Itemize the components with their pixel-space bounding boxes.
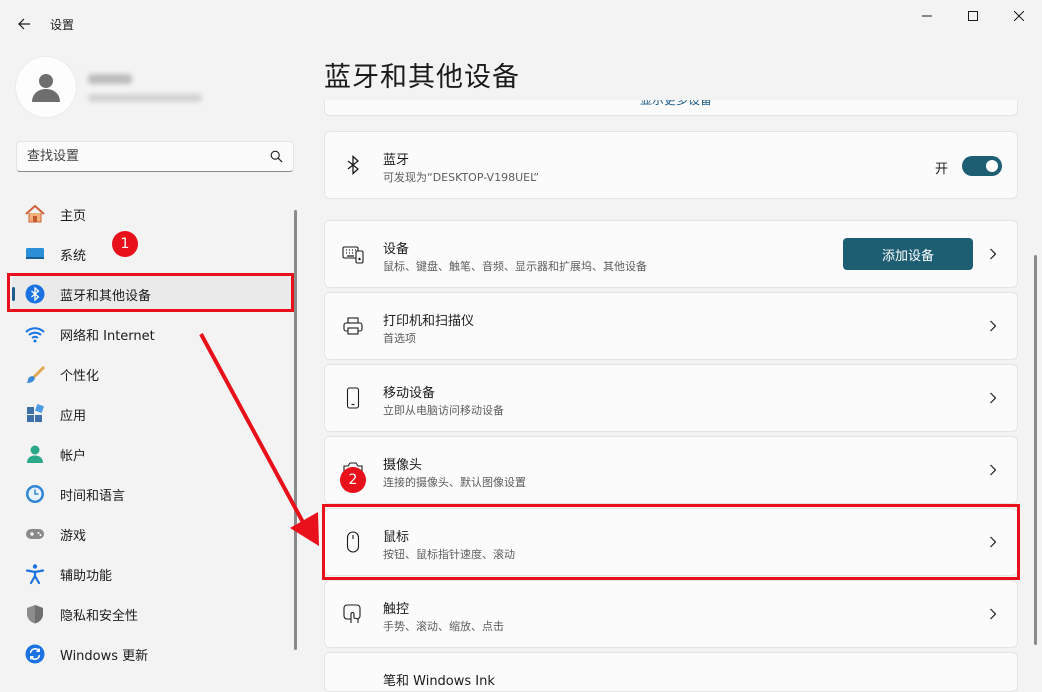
sidebar-item-label: 应用 bbox=[60, 408, 87, 424]
sidebar-item-label: 主页 bbox=[60, 208, 87, 224]
mobile-devices-card[interactable]: 移动设备 立即从电脑访问移动设备 bbox=[324, 364, 1018, 432]
accessibility-icon bbox=[24, 563, 46, 585]
user-email-redacted bbox=[88, 94, 202, 102]
sidebar-item-accounts[interactable]: 帐户 bbox=[12, 436, 292, 472]
search-icon[interactable] bbox=[270, 150, 283, 163]
page-title: 蓝牙和其他设备 bbox=[324, 62, 520, 93]
minimize-icon bbox=[922, 11, 932, 21]
sidebar-item-personalization[interactable]: 个性化 bbox=[12, 356, 292, 392]
bluetooth-subtitle: 可发现为“DESKTOP-V198UEL” bbox=[383, 171, 540, 184]
back-button[interactable] bbox=[8, 8, 40, 40]
bluetooth-card[interactable]: 蓝牙 可发现为“DESKTOP-V198UEL” 开 bbox=[324, 131, 1018, 199]
printers-card[interactable]: 打印机和扫描仪 首选项 bbox=[324, 292, 1018, 360]
show-more-devices-link[interactable]: 显示更多设备 bbox=[601, 100, 751, 108]
camera-card[interactable]: 摄像头 连接的摄像头、默认图像设置 bbox=[324, 436, 1018, 504]
printers-title: 打印机和扫描仪 bbox=[383, 314, 475, 329]
add-device-button[interactable]: 添加设备 bbox=[843, 238, 973, 270]
search-box[interactable] bbox=[16, 141, 294, 172]
update-icon bbox=[24, 643, 46, 665]
printer-icon bbox=[342, 315, 364, 337]
step-badge-2: 2 bbox=[340, 467, 366, 493]
sidebar-item-label: 系统 bbox=[60, 248, 87, 264]
devices-title: 设备 bbox=[383, 242, 410, 257]
mobile-title: 移动设备 bbox=[383, 386, 436, 401]
user-icon bbox=[29, 70, 63, 104]
more-devices-card: 显示更多设备 bbox=[324, 100, 1018, 116]
sidebar-item-system[interactable]: 系统 bbox=[12, 236, 292, 272]
touch-title: 触控 bbox=[383, 602, 410, 617]
sidebar-item-label: 帐户 bbox=[60, 448, 87, 464]
maximize-button[interactable] bbox=[950, 0, 996, 32]
sidebar-item-apps[interactable]: 应用 bbox=[12, 396, 292, 432]
bluetooth-toggle[interactable] bbox=[962, 156, 1002, 176]
devices-subtitle: 鼠标、键盘、触笔、音频、显示器和扩展坞、其他设备 bbox=[383, 260, 647, 273]
chevron-right-icon[interactable] bbox=[989, 608, 997, 620]
pen-windows-ink-card[interactable]: 笔和 Windows Ink bbox=[324, 652, 1018, 692]
shield-icon bbox=[24, 603, 46, 625]
camera-subtitle: 连接的摄像头、默认图像设置 bbox=[383, 476, 526, 489]
keyboard-devices-icon bbox=[342, 243, 364, 265]
wifi-icon bbox=[24, 323, 46, 345]
chevron-right-icon[interactable] bbox=[989, 464, 997, 476]
close-button[interactable] bbox=[996, 0, 1042, 32]
sidebar-item-accessibility[interactable]: 辅助功能 bbox=[12, 556, 292, 592]
system-icon bbox=[24, 243, 46, 265]
time-language-icon bbox=[24, 483, 46, 505]
minimize-button[interactable] bbox=[904, 0, 950, 32]
sidebar-item-privacy-security[interactable]: 隐私和安全性 bbox=[12, 596, 292, 632]
user-name-redacted bbox=[88, 74, 132, 84]
sidebar-item-network[interactable]: 网络和 Internet bbox=[12, 316, 292, 352]
camera-title: 摄像头 bbox=[383, 458, 423, 473]
phone-icon bbox=[342, 387, 364, 409]
avatar[interactable] bbox=[16, 57, 76, 117]
maximize-icon bbox=[968, 11, 978, 21]
highlight-box-step1 bbox=[7, 273, 294, 312]
toggle-knob bbox=[986, 160, 998, 172]
sidebar-item-label: 隐私和安全性 bbox=[60, 608, 139, 624]
sidebar-item-gaming[interactable]: 游戏 bbox=[12, 516, 292, 552]
gamepad-icon bbox=[24, 523, 46, 545]
apps-icon bbox=[24, 403, 46, 425]
touch-icon bbox=[342, 603, 364, 625]
devices-card[interactable]: 设备 鼠标、键盘、触笔、音频、显示器和扩展坞、其他设备 添加设备 bbox=[324, 220, 1018, 288]
chevron-right-icon[interactable] bbox=[989, 320, 997, 332]
bluetooth-toggle-label: 开 bbox=[935, 162, 949, 177]
chevron-right-icon[interactable] bbox=[989, 248, 997, 260]
step-badge-1: 1 bbox=[112, 231, 138, 257]
account-icon bbox=[24, 443, 46, 465]
close-icon bbox=[1014, 11, 1024, 21]
pen-title: 笔和 Windows Ink bbox=[383, 674, 495, 689]
sidebar-item-label: 网络和 Internet bbox=[60, 328, 155, 344]
bluetooth-icon bbox=[342, 154, 364, 176]
sidebar-item-windows-update[interactable]: Windows 更新 bbox=[12, 636, 292, 672]
sidebar-item-time-language[interactable]: 时间和语言 bbox=[12, 476, 292, 512]
touch-subtitle: 手势、滚动、缩放、点击 bbox=[383, 620, 504, 633]
mobile-subtitle: 立即从电脑访问移动设备 bbox=[383, 404, 504, 417]
search-input[interactable] bbox=[27, 142, 267, 171]
app-title: 设置 bbox=[50, 18, 75, 32]
sidebar-item-label: Windows 更新 bbox=[60, 648, 149, 664]
sidebar-scrollbar[interactable] bbox=[294, 210, 297, 650]
sidebar-item-home[interactable]: 主页 bbox=[12, 196, 292, 232]
home-icon bbox=[24, 203, 46, 225]
printers-subtitle: 首选项 bbox=[383, 332, 416, 345]
bluetooth-title: 蓝牙 bbox=[383, 153, 410, 168]
sidebar-item-label: 个性化 bbox=[60, 368, 100, 384]
touch-card[interactable]: 触控 手势、滚动、缩放、点击 bbox=[324, 580, 1018, 648]
brush-icon bbox=[24, 363, 46, 385]
back-arrow-icon bbox=[17, 17, 31, 31]
sidebar-item-label: 时间和语言 bbox=[60, 488, 126, 504]
sidebar-item-label: 辅助功能 bbox=[60, 568, 113, 584]
sidebar-item-label: 游戏 bbox=[60, 528, 87, 544]
highlight-box-step2 bbox=[322, 504, 1020, 580]
chevron-right-icon[interactable] bbox=[989, 392, 997, 404]
content-scrollbar[interactable] bbox=[1034, 255, 1037, 645]
